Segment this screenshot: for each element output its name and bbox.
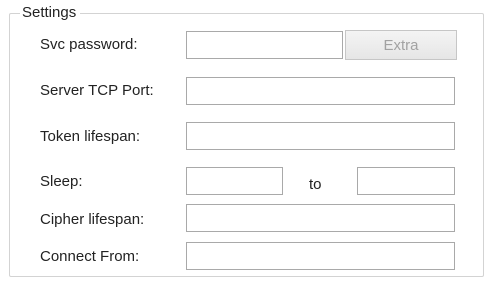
token-lifespan-input[interactable] [186,122,455,150]
svc-password-label: Svc password: [40,36,138,53]
server-tcp-port-input[interactable] [186,77,455,105]
sleep-to-input[interactable] [357,167,455,195]
server-tcp-port-label: Server TCP Port: [40,82,154,99]
connect-from-input[interactable] [186,242,455,270]
svc-password-input[interactable] [186,31,343,59]
sleep-label: Sleep: [40,173,83,190]
sleep-from-input[interactable] [186,167,283,195]
cipher-lifespan-label: Cipher lifespan: [40,211,145,228]
settings-group-title: Settings [20,4,81,22]
extra-button[interactable]: Extra [345,30,457,60]
sleep-to-label: to [309,176,322,193]
connect-from-label: Connect From: [40,248,140,265]
token-lifespan-label: Token lifespan: [40,128,141,145]
cipher-lifespan-input[interactable] [186,204,455,232]
